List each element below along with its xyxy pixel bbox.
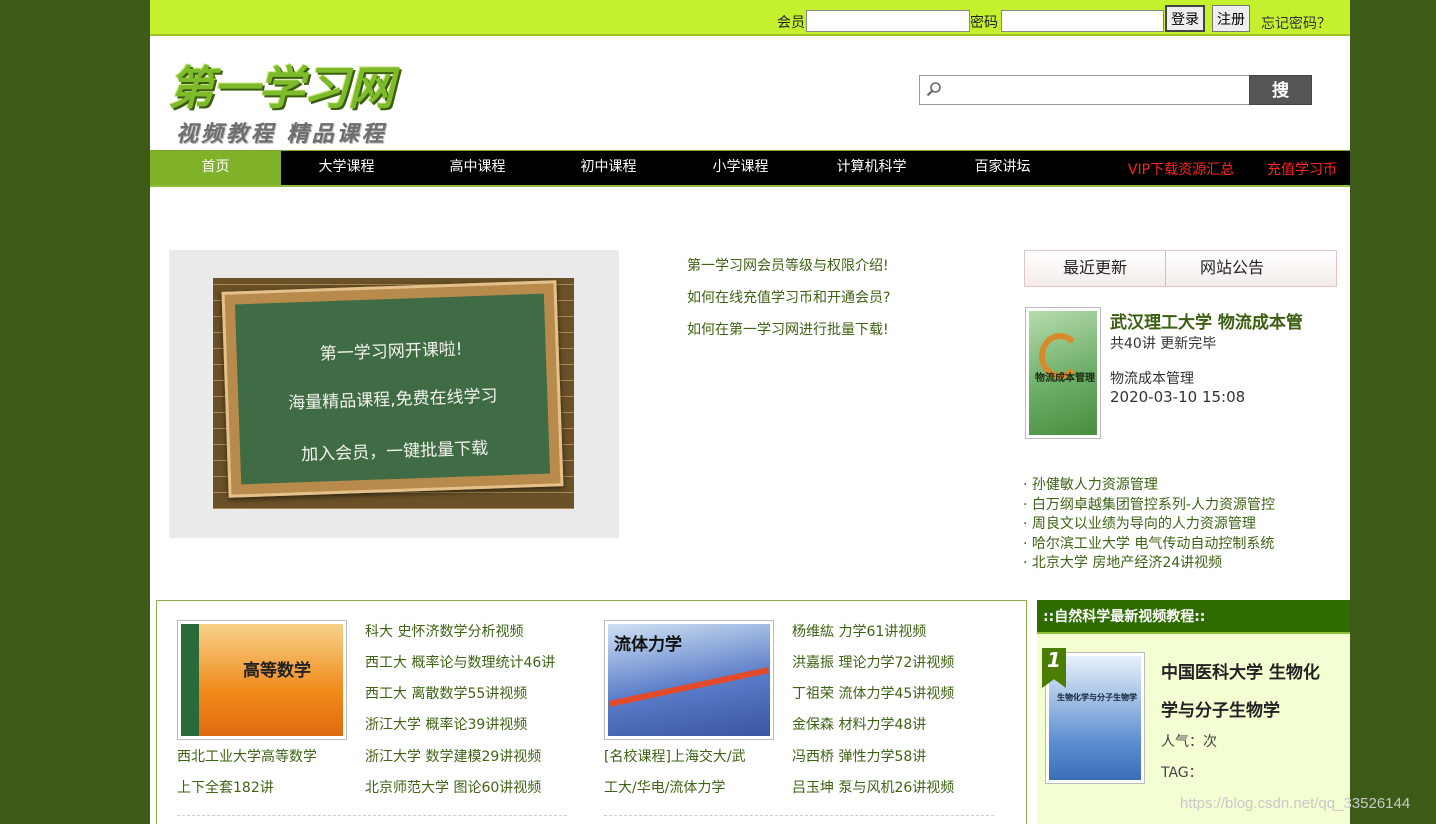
- list-item[interactable]: · 哈尔滨工业大学 电气传动自动控制系统: [1023, 535, 1275, 555]
- login-bar: 会员 密码 登录 注册 忘记密码？: [150, 0, 1350, 36]
- logo-subtitle: 视频教程 精品课程: [176, 121, 387, 147]
- fluid-cover[interactable]: 流体力学: [604, 620, 774, 740]
- latest-cover-title: 物流成本管理: [1035, 373, 1095, 384]
- search-button[interactable]: 搜 索: [1249, 75, 1312, 126]
- tag-label: TAG：: [1161, 765, 1203, 781]
- latest-course-lessons: 共40讲 更新完毕: [1110, 336, 1217, 352]
- math-link[interactable]: 浙江大学 数学建模29讲视频: [365, 746, 541, 766]
- math-link[interactable]: 科大 史怀济数学分析视频: [365, 621, 523, 641]
- nav-item-lectures[interactable]: 百家讲坛: [937, 151, 1068, 185]
- list-item[interactable]: · 北京大学 房地产经济24讲视频: [1023, 554, 1275, 574]
- natural-science-header: ::自然科学最新视频教程::: [1037, 600, 1350, 634]
- list-item[interactable]: · 周良文以业绩为导向的人力资源管理: [1023, 515, 1275, 535]
- page: 会员 密码 登录 注册 忘记密码？ 第一学习网 视频教程 精品课程 搜 索 首页…: [150, 0, 1350, 824]
- banner-line-2: 海量精品课程,免费在线学习: [287, 386, 498, 414]
- fluid-caption-2[interactable]: 工大/华电/流体力学: [604, 777, 725, 797]
- nav-item-university[interactable]: 大学课程: [281, 151, 412, 185]
- math-caption-2[interactable]: 上下全套182讲: [177, 777, 274, 797]
- popularity-label: 人气：次: [1161, 734, 1217, 750]
- natural-science-panel: ::自然科学最新视频教程:: 生物化学与分子生物学 1 中国医科大学 生物化 学…: [1037, 600, 1350, 824]
- natural-course-title-2[interactable]: 学与分子生物学: [1161, 696, 1280, 721]
- member-label: 会员: [777, 15, 805, 31]
- notice-item[interactable]: 如何在线充值学习币和开通会员?: [687, 289, 890, 321]
- fluid-link[interactable]: 金保森 材料力学48讲: [792, 714, 926, 734]
- nav-item-primary-school[interactable]: 小学课程: [675, 151, 806, 185]
- tab-recent-updates[interactable]: 最近更新: [1025, 251, 1165, 286]
- natural-course-title-1[interactable]: 中国医科大学 生物化: [1161, 658, 1320, 683]
- math-link[interactable]: 西工大 离散数学55讲视频: [365, 683, 527, 703]
- fluid-link[interactable]: 丁祖荣 流体力学45讲视频: [792, 683, 954, 703]
- nav-item-middle-school[interactable]: 初中课程: [543, 151, 674, 185]
- math-cover-title: 高等数学: [243, 661, 311, 681]
- password-input[interactable]: [1001, 10, 1164, 32]
- list-item[interactable]: · 白万纲卓越集团管控系列-人力资源管控: [1023, 496, 1275, 516]
- register-button[interactable]: 注册: [1212, 5, 1250, 32]
- tab-site-announcements[interactable]: 网站公告: [1166, 251, 1298, 286]
- banner-line-3: 加入会员，一键批量下载: [300, 438, 489, 466]
- math-cover[interactable]: 高等数学: [177, 620, 347, 740]
- update-tabs: 最近更新 网站公告: [1024, 250, 1337, 287]
- fluid-link[interactable]: 冯西桥 弹性力学58讲: [792, 746, 926, 766]
- search-input[interactable]: [948, 78, 1246, 102]
- course-box: 高等数学 西北工业大学高等数学 上下全套182讲 科大 史怀济数学分析视频 西工…: [156, 600, 1027, 824]
- list-item[interactable]: · 孙健敏人力资源管理: [1023, 476, 1275, 496]
- fluid-caption-1[interactable]: [名校课程]上海交大/武: [604, 746, 746, 766]
- search-box: [919, 75, 1251, 105]
- latest-course-title[interactable]: 武汉理工大学 物流成本管: [1110, 308, 1303, 333]
- banner-line-1: 第一学习网开课啦!: [319, 339, 463, 365]
- natural-cover-title: 生物化学与分子生物学: [1057, 693, 1137, 702]
- login-button[interactable]: 登录: [1165, 5, 1205, 32]
- fluid-link[interactable]: 洪嘉振 理论力学72讲视频: [792, 652, 954, 672]
- banner[interactable]: 第一学习网开课啦! 海量精品课程,免费在线学习 加入会员，一键批量下载: [169, 250, 619, 538]
- math-link[interactable]: 西工大 概率论与数理统计46讲: [365, 652, 555, 672]
- latest-course-name: 物流成本管理: [1110, 371, 1194, 387]
- forgot-password-link[interactable]: 忘记密码？: [1261, 13, 1331, 33]
- nav-vip-downloads[interactable]: VIP下载资源汇总: [1118, 151, 1244, 185]
- logo-title: 第一学习网: [168, 61, 394, 115]
- member-input[interactable]: [806, 10, 970, 32]
- nav-recharge[interactable]: 充值学习币: [1262, 151, 1342, 185]
- nav-item-computer-science[interactable]: 计算机科学: [806, 151, 937, 185]
- recent-list: · 孙健敏人力资源管理 · 白万纲卓越集团管控系列-人力资源管控 · 周良文以业…: [1023, 476, 1275, 574]
- math-link[interactable]: 浙江大学 概率论39讲视频: [365, 714, 527, 734]
- nav-item-home[interactable]: 首页: [150, 151, 281, 185]
- fluid-link[interactable]: 吕玉坤 泵与风机26讲视频: [792, 777, 954, 797]
- latest-course-cover[interactable]: 物流成本管理: [1025, 307, 1101, 439]
- math-caption-1[interactable]: 西北工业大学高等数学: [177, 746, 317, 766]
- banner-image: 第一学习网开课啦! 海量精品课程,免费在线学习 加入会员，一键批量下载: [213, 278, 574, 509]
- notice-list: 第一学习网会员等级与权限介绍! 如何在线充值学习币和开通会员? 如何在第一学习网…: [687, 257, 890, 353]
- notice-item[interactable]: 如何在第一学习网进行批量下载!: [687, 321, 890, 353]
- latest-course-datetime: 2020-03-10 15:08: [1110, 388, 1246, 406]
- site-logo[interactable]: 第一学习网 视频教程 精品课程: [168, 52, 438, 147]
- nav-item-high-school[interactable]: 高中课程: [412, 151, 543, 185]
- password-label: 密码: [970, 15, 998, 31]
- fluid-link[interactable]: 杨维紘 力学61讲视频: [792, 621, 926, 641]
- fluid-cover-title: 流体力学: [614, 635, 682, 655]
- notice-item[interactable]: 第一学习网会员等级与权限介绍!: [687, 257, 890, 289]
- search-icon: [926, 82, 941, 97]
- chalkboard: 第一学习网开课啦! 海量精品课程,免费在线学习 加入会员，一键批量下载: [221, 280, 564, 498]
- watermark: https://blog.csdn.net/qq_33526144: [1180, 795, 1411, 812]
- main-nav: 首页 大学课程 高中课程 初中课程 小学课程 计算机科学 百家讲坛 VIP下载资…: [150, 150, 1350, 187]
- math-link[interactable]: 北京师范大学 图论60讲视频: [365, 777, 541, 797]
